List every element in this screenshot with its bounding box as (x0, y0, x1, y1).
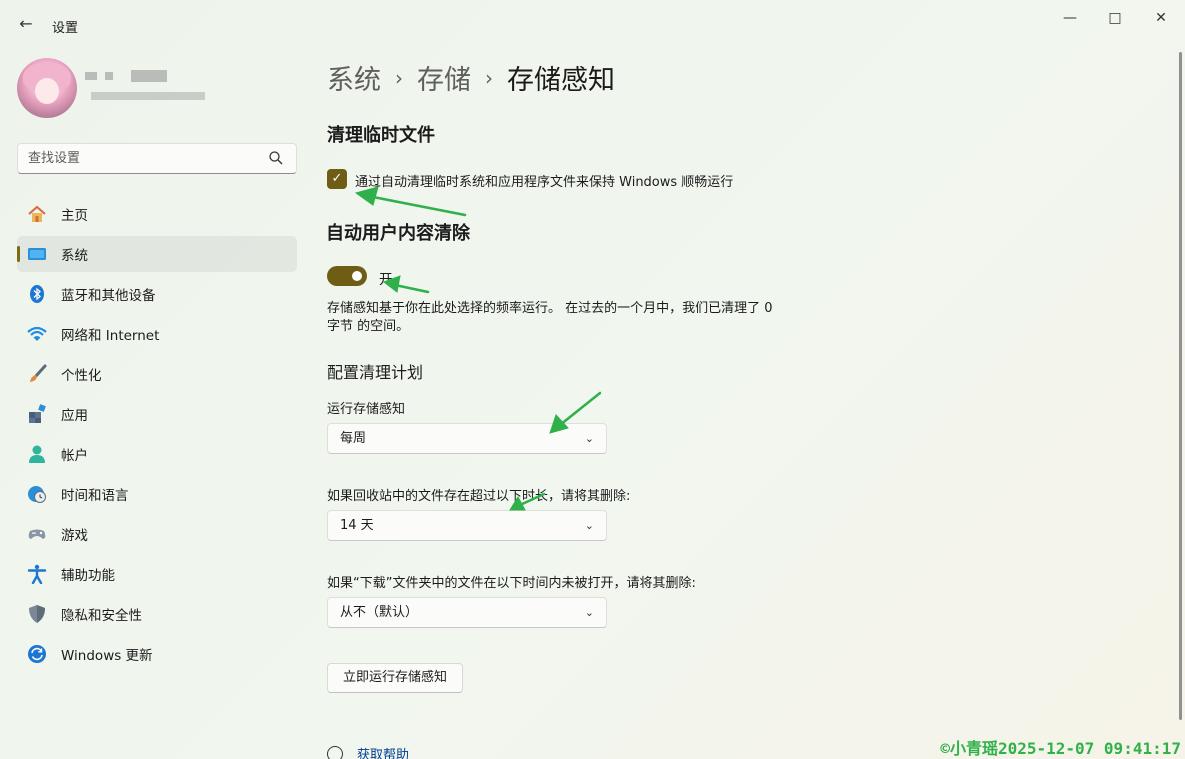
sidebar-item-accounts[interactable]: 帐户 (17, 436, 297, 472)
blurred-username (105, 72, 113, 80)
sidebar-item-system[interactable]: 系统 (17, 236, 297, 272)
breadcrumb-separator: › (395, 65, 403, 90)
blurred-username (131, 70, 167, 82)
sidebar-item-apps[interactable]: 应用 (17, 396, 297, 432)
dropdown-value: 从不（默认） (340, 605, 419, 620)
chevron-down-icon: ⌄ (584, 606, 594, 619)
sidebar-item-label: 网络和 Internet (61, 328, 160, 344)
shield-icon (29, 605, 45, 623)
sidebar-item-time-language[interactable]: 时间和语言 (17, 476, 297, 512)
close-icon[interactable]: ✕ (1138, 6, 1184, 30)
checkmark-icon: ✓ (331, 171, 343, 186)
toggle-state-label: 开 (379, 272, 393, 288)
bluetooth-icon (30, 285, 44, 303)
section-heading-schedule: 配置清理计划 (327, 363, 424, 382)
apps-icon (29, 404, 46, 423)
globe-clock-icon (28, 486, 46, 503)
get-help-label: 获取帮助 (357, 748, 410, 759)
search-input[interactable] (18, 144, 258, 173)
gamepad-icon (28, 529, 46, 539)
sidebar-item-privacy[interactable]: 隐私和安全性 (17, 596, 297, 632)
annotation-arrow (393, 283, 430, 294)
blurred-email (91, 92, 205, 100)
annotation-arrow (366, 194, 467, 217)
sidebar-item-label: 时间和语言 (61, 488, 129, 504)
scrollbar[interactable] (1179, 52, 1182, 720)
update-icon (28, 645, 46, 663)
sidebar-item-label: Windows 更新 (61, 648, 153, 664)
breadcrumb-item-storage[interactable]: 存储 (417, 58, 471, 97)
chevron-down-icon: ⌄ (584, 519, 594, 532)
sidebar-item-home[interactable]: 主页 (17, 196, 297, 232)
toggle-knob (352, 271, 362, 281)
avatar[interactable] (17, 58, 77, 118)
sidebar-item-network[interactable]: 网络和 Internet (17, 316, 297, 352)
breadcrumb-separator: › (485, 65, 493, 90)
run-storage-sense-label: 运行存储感知 (327, 402, 406, 417)
dropdown-value: 14 天 (340, 518, 374, 533)
sidebar-item-gaming[interactable]: 游戏 (17, 516, 297, 552)
system-icon (28, 248, 46, 260)
sidebar-item-label: 个性化 (61, 368, 102, 384)
maximize-icon[interactable]: □ (1092, 6, 1138, 30)
sidebar-item-label: 游戏 (61, 528, 88, 544)
chevron-down-icon: ⌄ (584, 432, 594, 445)
accessibility-icon (27, 564, 47, 584)
get-help-link[interactable]: 获取帮助 (327, 744, 409, 759)
section-heading-auto-cleanup: 自动用户内容清除 (326, 223, 470, 244)
watermark: ©小青瑶2025-12-07 09:41:17 (940, 739, 1181, 758)
sidebar-item-label: 辅助功能 (61, 568, 115, 584)
cleanup-temp-checkbox-label[interactable]: 通过自动清理临时系统和应用程序文件来保持 Windows 顺畅运行 (355, 171, 733, 190)
breadcrumb-item-system[interactable]: 系统 (327, 58, 381, 97)
user-profile[interactable] (17, 58, 297, 120)
run-storage-sense-now-button[interactable]: 立即运行存储感知 (327, 663, 463, 693)
sidebar-item-windows-update[interactable]: Windows 更新 (17, 636, 297, 672)
annotation-arrow (558, 391, 602, 427)
minimize-icon[interactable]: — (1047, 6, 1093, 30)
search-icon[interactable] (268, 150, 284, 166)
brush-icon (30, 364, 47, 382)
sidebar-item-label: 蓝牙和其他设备 (61, 288, 156, 304)
cleanup-temp-checkbox[interactable]: ✓ (327, 169, 347, 189)
downloads-label: 如果“下载”文件夹中的文件在以下时间内未被打开，请将其删除: (327, 576, 696, 591)
arrow-left-icon[interactable]: ← (14, 12, 38, 36)
sidebar-item-label: 应用 (61, 408, 88, 424)
sidebar-item-label: 帐户 (61, 448, 88, 464)
account-icon (29, 445, 45, 463)
search-box[interactable] (17, 143, 297, 174)
sidebar-item-bluetooth[interactable]: 蓝牙和其他设备 (17, 276, 297, 312)
dropdown-value: 每周 (340, 431, 367, 446)
downloads-dropdown[interactable]: 从不（默认） ⌄ (327, 597, 607, 628)
recycle-bin-label: 如果回收站中的文件存在超过以下时长，请将其删除: (327, 489, 631, 504)
breadcrumb: 系统 › 存储 › 存储感知 (327, 58, 615, 97)
sidebar-item-label: 系统 (61, 248, 88, 264)
auto-cleanup-description: 存储感知基于你在此处选择的频率运行。 在过去的一个月中，我们已清理了 0 字节 … (327, 301, 773, 334)
blurred-username (85, 72, 97, 80)
sidebar-item-personalization[interactable]: 个性化 (17, 356, 297, 392)
help-icon (327, 745, 343, 759)
wifi-icon (27, 326, 47, 341)
sidebar-item-label: 主页 (61, 208, 88, 224)
page-title: 存储感知 (507, 65, 615, 96)
sidebar-nav: 主页 系统 蓝牙和其他设备 网络和 Internet 个性化 应用 帐户 时间和… (17, 196, 297, 676)
sidebar-item-accessibility[interactable]: 辅助功能 (17, 556, 297, 592)
sidebar-item-label: 隐私和安全性 (61, 608, 142, 624)
title-bar: ← 设置 — □ ✕ (0, 0, 1185, 50)
section-heading-cleanup-temp: 清理临时文件 (327, 125, 435, 146)
home-icon (28, 205, 46, 222)
app-title: 设置 (52, 21, 79, 36)
run-frequency-dropdown[interactable]: 每周 ⌄ (327, 423, 607, 454)
recycle-bin-dropdown[interactable]: 14 天 ⌄ (327, 510, 607, 541)
auto-cleanup-toggle[interactable] (327, 266, 367, 286)
